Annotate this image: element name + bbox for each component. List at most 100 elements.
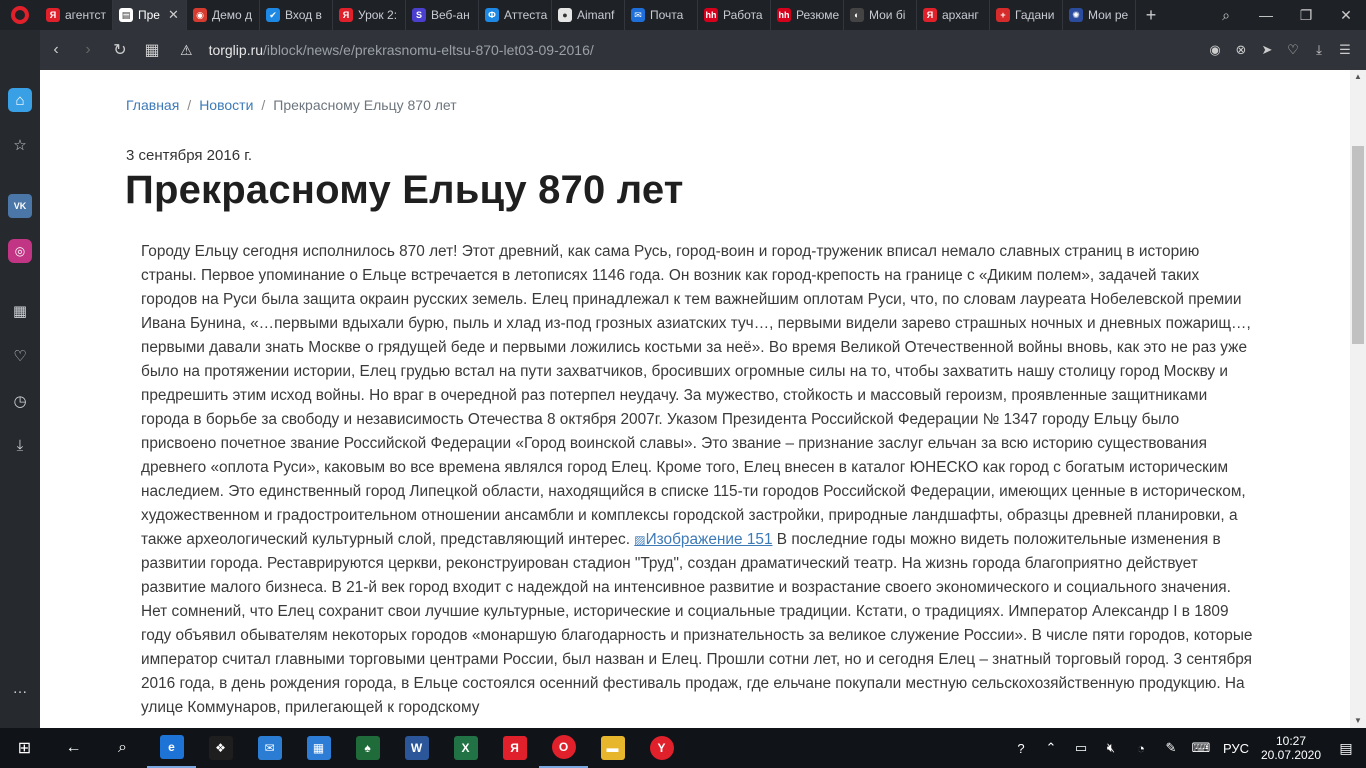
tabs-grid-icon[interactable]: ▦	[136, 30, 168, 70]
browser-tab[interactable]: ✺ Мои ре	[1063, 0, 1136, 30]
speed-dial-icon[interactable]: ⌂	[8, 88, 32, 112]
tab-label: Почта	[650, 8, 684, 22]
tab-favicon-icon: ◐	[850, 8, 864, 22]
workspaces-icon[interactable]: ▦	[8, 299, 32, 323]
network-device-icon[interactable]: ▭	[1066, 740, 1096, 756]
yandex-taskbar-icon[interactable]: Y	[637, 728, 686, 768]
forward-icon[interactable]: ›	[72, 30, 104, 70]
browser-tab[interactable]: + Гадани	[990, 0, 1063, 30]
calculator-taskbar-icon[interactable]: ▦	[294, 728, 343, 768]
opera-menu-icon[interactable]	[0, 0, 40, 30]
dropbox-icon: ❖	[208, 736, 233, 760]
language-indicator[interactable]: РУС	[1216, 741, 1256, 756]
close-tab-icon[interactable]: ✕	[168, 7, 179, 23]
browser-tab[interactable]: hh Резюме	[771, 0, 844, 30]
tab-label: Мои ре	[1088, 8, 1129, 22]
vk-icon[interactable]: VK	[8, 194, 32, 218]
image-alt-text: Изображение 151	[645, 531, 773, 548]
browser-tab[interactable]: S Веб-ан	[406, 0, 479, 30]
tab-favicon-icon: ✺	[1069, 8, 1083, 22]
breadcrumb-home[interactable]: Главная	[126, 97, 179, 113]
excel-icon: X	[453, 736, 478, 760]
yandex-browser-icon: Я	[502, 736, 527, 760]
scrollbar-thumb[interactable]	[1352, 146, 1364, 344]
solitaire-taskbar-icon[interactable]: ♠	[343, 728, 392, 768]
tab-label: Мои бі	[869, 8, 906, 22]
heart-icon[interactable]: ♡	[1280, 30, 1306, 70]
word-icon: W	[404, 736, 429, 760]
browser-tab[interactable]: ◉ Демо д	[187, 0, 260, 30]
mail-taskbar-icon[interactable]: ✉	[245, 728, 294, 768]
send-icon[interactable]: ➤	[1254, 30, 1280, 70]
clock[interactable]: 10:27 20.07.2020	[1256, 734, 1326, 762]
tab-label: Пре	[138, 8, 160, 22]
easy-setup-icon[interactable]: ☰	[1332, 30, 1358, 70]
pen-icon[interactable]: ✎	[1156, 740, 1186, 756]
tab-favicon-icon: Я	[923, 8, 937, 22]
tab-favicon-icon: Я	[46, 8, 60, 22]
excel-taskbar-icon[interactable]: X	[441, 728, 490, 768]
bookmarks-icon[interactable]: ☆	[8, 133, 32, 157]
history-icon[interactable]: ◷	[8, 389, 32, 413]
help-icon[interactable]: ?	[1006, 741, 1036, 756]
keyboard-icon[interactable]: ⌨	[1186, 740, 1216, 756]
back-icon[interactable]: ‹	[40, 30, 72, 70]
yandex-browser-taskbar-icon[interactable]: Я	[490, 728, 539, 768]
scroll-up-icon[interactable]: ▲	[1350, 70, 1366, 84]
browser-tab[interactable]: Яагентст	[40, 0, 113, 30]
explorer-icon: ▬	[600, 736, 625, 760]
new-tab-icon[interactable]: +	[1136, 5, 1166, 26]
back-icon[interactable]: ←	[49, 728, 98, 768]
windows-start-icon[interactable]: ⊞	[0, 728, 49, 768]
browser-tab[interactable]: ● Aimanf	[552, 0, 625, 30]
instagram-icon[interactable]: ◎	[8, 239, 32, 263]
browser-tab[interactable]: Я Урок 2:	[333, 0, 406, 30]
system-tray: ? ⌃ ▭ 🔇︎ ◔ ✎ ⌨ РУС 10:27 20.07.2020 ▤	[1006, 734, 1366, 762]
download-icon[interactable]: ⤓	[1306, 30, 1332, 70]
browser-tab-bar: Яагентст ▤ Пре ✕ ◉ Демо д ✔ Вход в Я Урок 2: S Веб-…	[0, 0, 1366, 30]
page-scrollbar[interactable]: ▲ ▼	[1350, 70, 1366, 728]
dropbox-taskbar-icon[interactable]: ❖	[196, 728, 245, 768]
breadcrumb: Главная / Новости / Прекрасному Ельцу 870 ле…	[126, 97, 457, 113]
edge-taskbar-icon[interactable]: e	[147, 728, 196, 768]
browser-tab[interactable]: ✉ Почта	[625, 0, 698, 30]
tab-label: агентст	[65, 8, 106, 22]
browser-tab[interactable]: Ф Аттеста	[479, 0, 552, 30]
warning-icon[interactable]: ⚠	[180, 42, 193, 59]
broken-image-link[interactable]: ▨Изображение 151	[634, 531, 772, 548]
tab-label: Работа	[723, 8, 763, 22]
opera-sidebar: ⌂ ☆ VK ◎ ▦ ♡ ◷ ⤓ …	[0, 30, 40, 728]
browser-tab[interactable]: ◐ Мои бі	[844, 0, 917, 30]
reload-icon[interactable]: ↻	[104, 30, 136, 70]
camera-icon[interactable]: ◉	[1202, 30, 1228, 70]
restore-icon[interactable]: ❐	[1286, 0, 1326, 30]
page-title: Прекрасному Ельцу 870 лет	[125, 168, 684, 212]
minimize-icon[interactable]: —	[1246, 0, 1286, 30]
close-window-icon[interactable]: ✕	[1326, 0, 1366, 30]
wifi-icon[interactable]: ◔	[1126, 741, 1156, 756]
word-taskbar-icon[interactable]: W	[392, 728, 441, 768]
browser-tab[interactable]: Яарханг	[917, 0, 990, 30]
explorer-taskbar-icon[interactable]: ▬	[588, 728, 637, 768]
more-icon[interactable]: …	[8, 676, 32, 700]
browser-tab[interactable]: ✔ Вход в	[260, 0, 333, 30]
downloads-icon[interactable]: ⤓	[8, 433, 32, 457]
clock-time: 10:27	[1275, 734, 1307, 748]
chevron-up-icon[interactable]: ⌃	[1036, 740, 1066, 756]
address-actions: ◉ ⊗ ➤ ♡ ⤓ ☰	[1202, 30, 1358, 70]
browser-tab[interactable]: hh Работа	[698, 0, 771, 30]
volume-mute-icon[interactable]: 🔇︎	[1096, 740, 1126, 756]
search-icon[interactable]: ⌕	[98, 728, 147, 768]
tab-favicon-icon: Я	[339, 8, 353, 22]
heart-icon[interactable]: ♡	[8, 344, 32, 368]
browser-tab[interactable]: ▤ Пре ✕	[113, 0, 187, 30]
adblock-icon[interactable]: ⊗	[1228, 30, 1254, 70]
url-field[interactable]: ⚠ torglip.ru/iblock/news/e/prekrasnomu-e…	[180, 42, 594, 59]
opera-taskbar-icon[interactable]: O	[539, 728, 588, 768]
url-path: /iblock/news/e/prekrasnomu-eltsu-870-let…	[263, 42, 594, 58]
notification-icon[interactable]: ▤	[1326, 740, 1366, 757]
breadcrumb-news[interactable]: Новости	[199, 97, 253, 113]
search-tabs-icon[interactable]: ⌕	[1206, 0, 1246, 30]
scroll-down-icon[interactable]: ▼	[1350, 714, 1366, 728]
taskbar-apps: e ❖ ✉ ▦ ♠ W X Я O ▬ Y	[147, 728, 686, 768]
